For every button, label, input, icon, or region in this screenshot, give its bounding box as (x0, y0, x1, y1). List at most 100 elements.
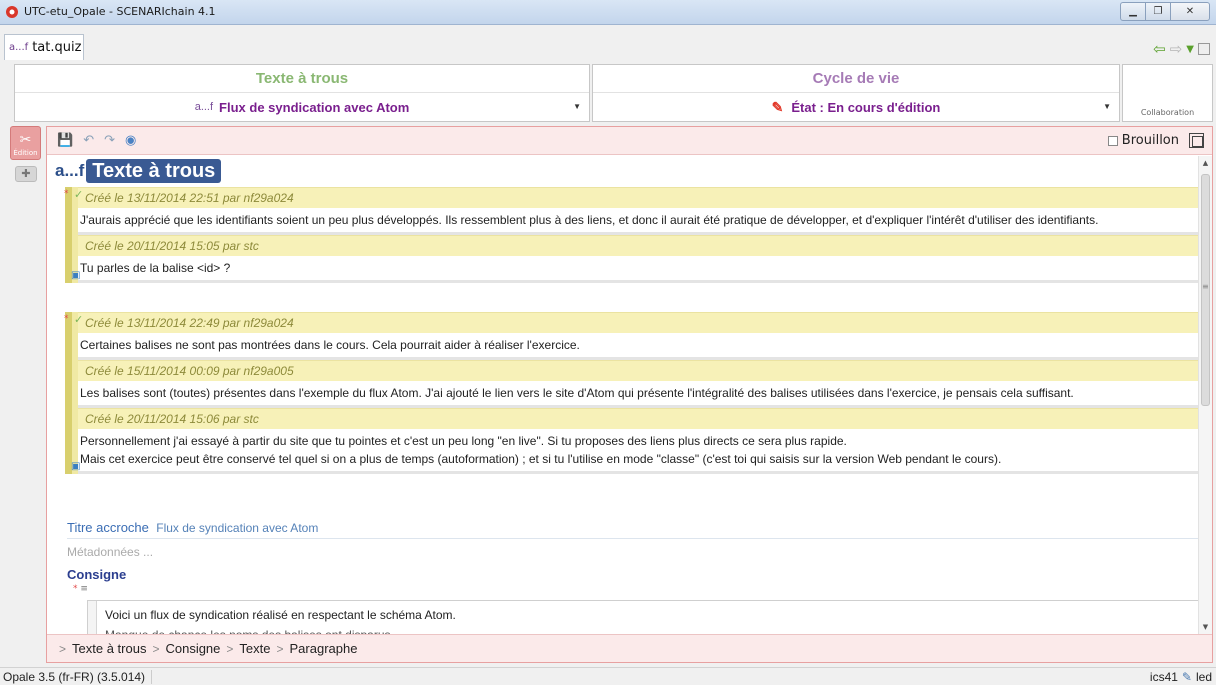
consigne-marks: * ≡ (73, 584, 88, 594)
comment-header: Créé le 20/11/2014 15:06 par stc (78, 408, 1198, 429)
pencil-icon: ✎ (771, 98, 784, 115)
titre-accroche-label: Titre accroche (67, 520, 149, 535)
tab-menu-icon[interactable] (1198, 43, 1210, 55)
comment-header: Créé le 20/11/2014 15:05 par stc (78, 235, 1198, 256)
chevron-down-icon[interactable]: ▼ (1103, 102, 1111, 111)
item-header: Texte à trous a...f Flux de syndication … (14, 64, 1213, 122)
reply-icon[interactable]: ▣ (71, 461, 80, 472)
item-title-select[interactable]: a...f Flux de syndication avec Atom ▼ (15, 93, 589, 121)
editor-pane: 💾 ↶ ↷ ◉ Brouillon a...f Texte à trous * … (46, 126, 1213, 663)
comment-header: Créé le 13/11/2014 22:49 par nf29a024 (78, 312, 1198, 333)
save-icon[interactable]: 💾 (57, 133, 73, 148)
history-dropdown-icon[interactable]: ▼ (1186, 44, 1194, 55)
document-title-text[interactable]: Texte à trous (86, 159, 222, 183)
item-kind: a...f (194, 101, 214, 113)
collaboration-panel[interactable]: Collaboration (1122, 64, 1213, 122)
breadcrumb-item[interactable]: Texte à trous (72, 641, 146, 656)
window-title: UTC-etu_Opale - SCENARIchain 4.1 (24, 5, 216, 18)
window-titlebar: UTC-etu_Opale - SCENARIchain 4.1 ▁ ❐ ✕ (0, 0, 1216, 25)
scroll-down-icon[interactable]: ▼ (1199, 620, 1212, 634)
consigne-line: Voici un flux de syndication réalisé en … (105, 608, 456, 622)
status-version: Opale 3.5 (fr-FR) (3.5.014) (3, 670, 153, 684)
editor-toolbar: 💾 ↶ ↷ ◉ Brouillon (47, 127, 1212, 155)
reply-icon[interactable]: ▣ (71, 270, 80, 281)
consigne-label: Consigne (67, 567, 127, 582)
tab-name: tat.quiz (32, 40, 82, 55)
left-sidebar: ✂ Édition ✚ (10, 126, 43, 636)
required-star-icon: * (64, 189, 69, 199)
consigne-line: Manque de chance les noms des balises on… (105, 625, 1190, 634)
redo-icon[interactable]: ↷ (104, 133, 115, 148)
tab-navigation: ⇦ ⇨ ▼ (1153, 40, 1210, 58)
tab-tat-quiz[interactable]: a...f tat.quiz (4, 34, 84, 60)
pen-icon: ✎ (1181, 670, 1192, 684)
check-icon[interactable]: ✓ (74, 188, 83, 201)
breadcrumb-item[interactable]: Paragraphe (290, 641, 358, 656)
comment-line: Mais cet exercice peut être conservé tel… (80, 452, 1002, 466)
breadcrumb-separator-icon: > (152, 641, 160, 656)
collaboration-label: Collaboration (1140, 108, 1195, 117)
document-title: a...f Texte à trous (55, 159, 222, 183)
comment-body[interactable]: Tu parles de la balise <id> ? (78, 256, 1198, 283)
scroll-up-icon[interactable]: ▲ (1199, 156, 1212, 170)
toolbar-icons: 💾 ↶ ↷ ◉ (57, 133, 136, 148)
comment-body[interactable]: Certaines balises ne sont pas montrées d… (78, 333, 1198, 360)
brouillon-label: Brouillon (1121, 133, 1179, 148)
edit-mode-button[interactable]: ✂ Édition (10, 126, 41, 160)
add-button[interactable]: ✚ (15, 166, 37, 182)
lifecycle-state-select[interactable]: ✎ État : En cours d'édition ▼ (593, 93, 1119, 121)
editor-content: a...f Texte à trous * ✓ Créé le 13/11/20… (47, 156, 1198, 634)
app-icon (6, 6, 18, 18)
breadcrumb: > Texte à trous > Consigne > Texte > Par… (47, 634, 1212, 662)
comment-body[interactable]: Personnellement j'ai essayé à partir du … (78, 429, 1198, 474)
lifecycle-state-value: État : En cours d'édition (791, 99, 941, 115)
breadcrumb-separator-icon: > (226, 641, 234, 656)
comment-line: Personnellement j'ai essayé à partir du … (80, 434, 847, 448)
list-icon[interactable]: ≡ (80, 584, 88, 594)
document-kind: a...f (55, 161, 85, 180)
restore-button[interactable]: ❐ (1145, 2, 1171, 21)
tab-kind: a...f (9, 42, 29, 53)
comment-header: Créé le 13/11/2014 22:51 par nf29a024 (78, 187, 1198, 208)
item-title-value: Flux de syndication avec Atom (219, 99, 410, 115)
breadcrumb-item[interactable]: Texte (239, 641, 270, 656)
close-button[interactable]: ✕ (1170, 2, 1210, 21)
required-star-icon: * (64, 314, 69, 324)
comment-body[interactable]: Les balises sont (toutes) présentes dans… (78, 381, 1198, 408)
brouillon-toggle[interactable]: Brouillon (1107, 133, 1204, 148)
titre-accroche-value[interactable]: Flux de syndication avec Atom (156, 521, 318, 535)
check-icon[interactable]: ✓ (74, 313, 83, 326)
comment-body[interactable]: J'aurais apprécié que les identifiants s… (78, 208, 1198, 235)
maximize-editor-icon[interactable] (1189, 133, 1204, 148)
breadcrumb-separator-icon: > (59, 641, 67, 656)
item-type-panel: Texte à trous a...f Flux de syndication … (14, 64, 590, 122)
forward-arrow-icon[interactable]: ⇨ (1170, 40, 1183, 58)
back-arrow-icon[interactable]: ⇦ (1153, 40, 1166, 58)
breadcrumb-separator-icon: > (276, 641, 284, 656)
minimize-button[interactable]: ▁ (1120, 2, 1146, 21)
breadcrumb-item[interactable]: Consigne (165, 641, 220, 656)
item-type-title: Texte à trous (15, 65, 589, 93)
comment-thread: * ✓ Créé le 13/11/2014 22:49 par nf29a02… (64, 312, 1198, 474)
chevron-down-icon[interactable]: ▼ (573, 102, 581, 111)
status-bar: Opale 3.5 (fr-FR) (3.5.014) ics41 ✎ led (0, 667, 1216, 685)
edit-icon: ✂ (19, 132, 32, 148)
vertical-scrollbar[interactable]: ▲ ≡ ▼ (1198, 156, 1212, 634)
consigne-text[interactable]: Voici un flux de syndication réalisé en … (96, 601, 1198, 634)
consigne-box: Voici un flux de syndication réalisé en … (87, 600, 1198, 634)
scroll-grip-icon: ≡ (1202, 282, 1209, 291)
document-tabbar: a...f tat.quiz ⇦ ⇨ ▼ (0, 34, 1216, 61)
undo-icon[interactable]: ↶ (83, 133, 94, 148)
brouillon-checkbox[interactable] (1107, 135, 1118, 146)
comment-header: Créé le 15/11/2014 00:09 par nf29a005 (78, 360, 1198, 381)
options-icon[interactable]: ◉ (125, 133, 136, 148)
window-controls: ▁ ❐ ✕ (1120, 2, 1210, 21)
lifecycle-title: Cycle de vie (593, 65, 1119, 93)
titre-accroche-field[interactable]: Titre accroche Flux de syndication avec … (67, 520, 1198, 539)
lifecycle-panel: Cycle de vie ✎ État : En cours d'édition… (592, 64, 1120, 122)
status-user: ics41 (1149, 670, 1178, 684)
edit-mode-label: Édition (13, 149, 38, 157)
comment-thread: * ✓ Créé le 13/11/2014 22:51 par nf29a02… (64, 187, 1198, 283)
status-extra: led (1195, 670, 1212, 684)
metadonnees-toggle[interactable]: Métadonnées ... (67, 545, 153, 559)
